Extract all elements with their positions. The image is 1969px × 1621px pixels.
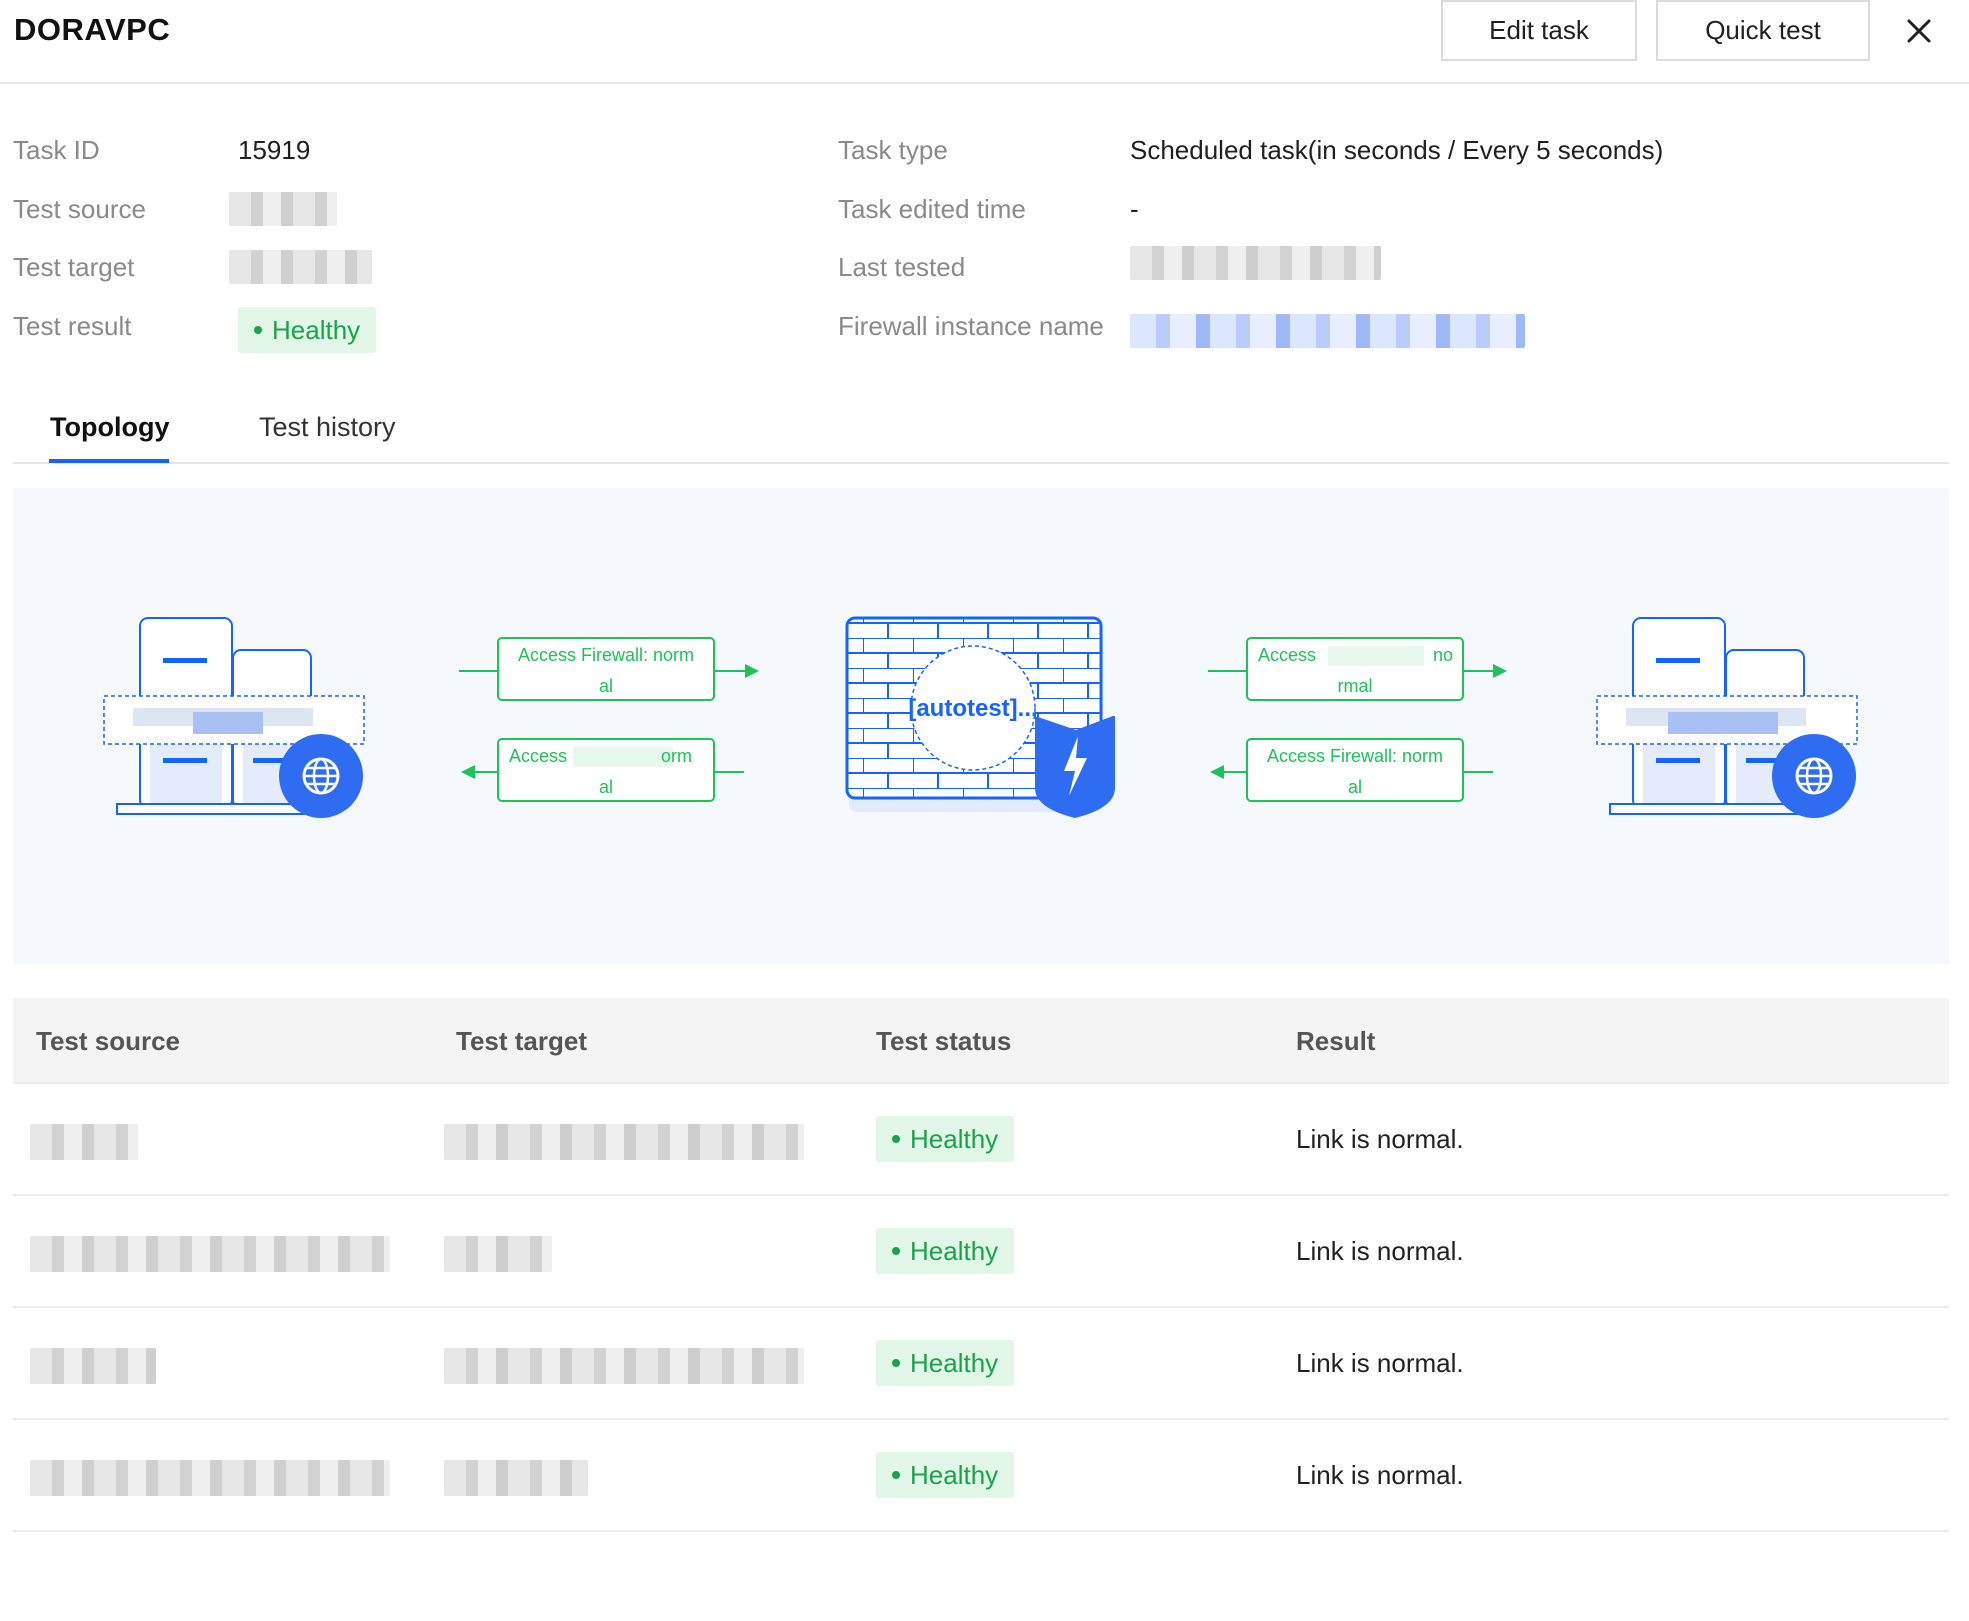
last-tested-redacted <box>1130 246 1381 280</box>
column-header-test-status: Test status <box>876 1026 1012 1056</box>
test-source-redacted <box>30 1124 138 1160</box>
task-edited-time-label: Task edited time <box>838 194 1026 224</box>
result-text: Link is normal. <box>1296 1124 1464 1154</box>
result-text: Link is normal. <box>1296 1348 1464 1378</box>
table-row: Healthy Link is normal. <box>13 1420 1949 1532</box>
status-dot <box>892 1247 900 1255</box>
link-firewall-to-source: Access orm al <box>461 738 744 802</box>
test-source-redacted <box>30 1236 390 1272</box>
firewall-icon: [autotest]... <box>845 616 1115 818</box>
status-badge: Healthy <box>876 1340 1015 1386</box>
firewall-label: [autotest]... <box>908 695 1037 722</box>
status-badge-label: Healthy <box>910 1123 999 1154</box>
link-source-to-firewall: Access Firewall: norm al <box>459 637 759 701</box>
column-header-test-target: Test target <box>456 1026 587 1056</box>
link-label-line1: Access <box>1258 645 1316 665</box>
status-dot <box>892 1359 900 1367</box>
tab-bar: Topology Test history <box>13 400 1949 464</box>
firewall-instance-link[interactable] <box>1130 314 1525 348</box>
column-header-test-source: Test source <box>36 1026 181 1056</box>
test-target-redacted <box>444 1124 804 1160</box>
status-badge-label: Healthy <box>910 1347 999 1378</box>
test-target-redacted <box>444 1460 588 1496</box>
table-row: Healthy Link is normal. <box>13 1084 1949 1196</box>
tab-test-history[interactable]: Test history <box>259 412 396 443</box>
test-target-label: Test target <box>13 252 135 282</box>
status-dot <box>254 326 262 334</box>
firewall-instance-label: Firewall instance name <box>838 311 1104 341</box>
status-badge-label: Healthy <box>910 1235 999 1266</box>
test-target-redacted <box>229 250 372 284</box>
status-badge: Healthy <box>238 307 377 353</box>
link-label-line1b: orm <box>661 746 692 766</box>
status-badge: Healthy <box>876 1116 1015 1162</box>
link-label-line1b: no <box>1433 645 1453 665</box>
link-label-line2: al <box>599 676 613 696</box>
test-target-redacted <box>444 1236 552 1272</box>
tab-active-indicator <box>49 459 169 463</box>
table-row: Healthy Link is normal. <box>13 1308 1949 1420</box>
page-title: DORAVPC <box>14 12 171 47</box>
last-tested-label: Last tested <box>838 252 966 282</box>
target-server-icon <box>1596 617 1858 818</box>
panel-header: DORAVPC Edit task Quick test <box>0 0 1969 84</box>
status-dot <box>892 1135 900 1143</box>
link-label-line2: rmal <box>1338 676 1373 696</box>
task-id-label: Task ID <box>13 135 100 165</box>
quick-test-button[interactable]: Quick test <box>1656 0 1870 61</box>
column-header-result: Result <box>1296 1026 1376 1056</box>
edit-task-button[interactable]: Edit task <box>1441 0 1637 61</box>
tab-topology[interactable]: Topology <box>50 412 169 443</box>
test-source-redacted <box>229 192 337 226</box>
task-id-value: 15919 <box>238 135 311 165</box>
source-server-icon <box>103 617 365 818</box>
task-type-value: Scheduled task(in seconds / Every 5 seco… <box>1130 135 1664 165</box>
test-result-label: Test result <box>13 311 132 341</box>
link-label-line2: al <box>1348 777 1362 797</box>
test-target-redacted <box>444 1348 804 1384</box>
topology-panel: Access Firewall: norm al Access orm al [… <box>13 488 1949 964</box>
result-text: Link is normal. <box>1296 1236 1464 1266</box>
link-label-line1: Access <box>509 746 567 766</box>
link-label-line1: Access Firewall: norm <box>518 645 694 665</box>
status-dot <box>892 1471 900 1479</box>
table-header: Test source Test target Test status Resu… <box>13 998 1949 1084</box>
status-badge-label: Healthy <box>272 314 361 345</box>
status-badge: Healthy <box>876 1228 1015 1274</box>
close-icon[interactable] <box>1898 10 1940 52</box>
result-text: Link is normal. <box>1296 1460 1464 1490</box>
status-badge-label: Healthy <box>910 1459 999 1490</box>
test-source-redacted <box>30 1460 390 1496</box>
link-target-to-firewall: Access Firewall: norm al <box>1210 738 1493 802</box>
table-row: Healthy Link is normal. <box>13 1196 1949 1308</box>
test-source-label: Test source <box>13 194 146 224</box>
link-label-line1: Access Firewall: norm <box>1267 746 1443 766</box>
link-label-line2: al <box>599 777 613 797</box>
task-type-label: Task type <box>838 135 948 165</box>
task-edited-time-value: - <box>1130 194 1139 224</box>
test-source-redacted <box>30 1348 156 1384</box>
link-firewall-to-target: Access no rmal <box>1208 637 1507 701</box>
status-badge: Healthy <box>876 1452 1015 1498</box>
